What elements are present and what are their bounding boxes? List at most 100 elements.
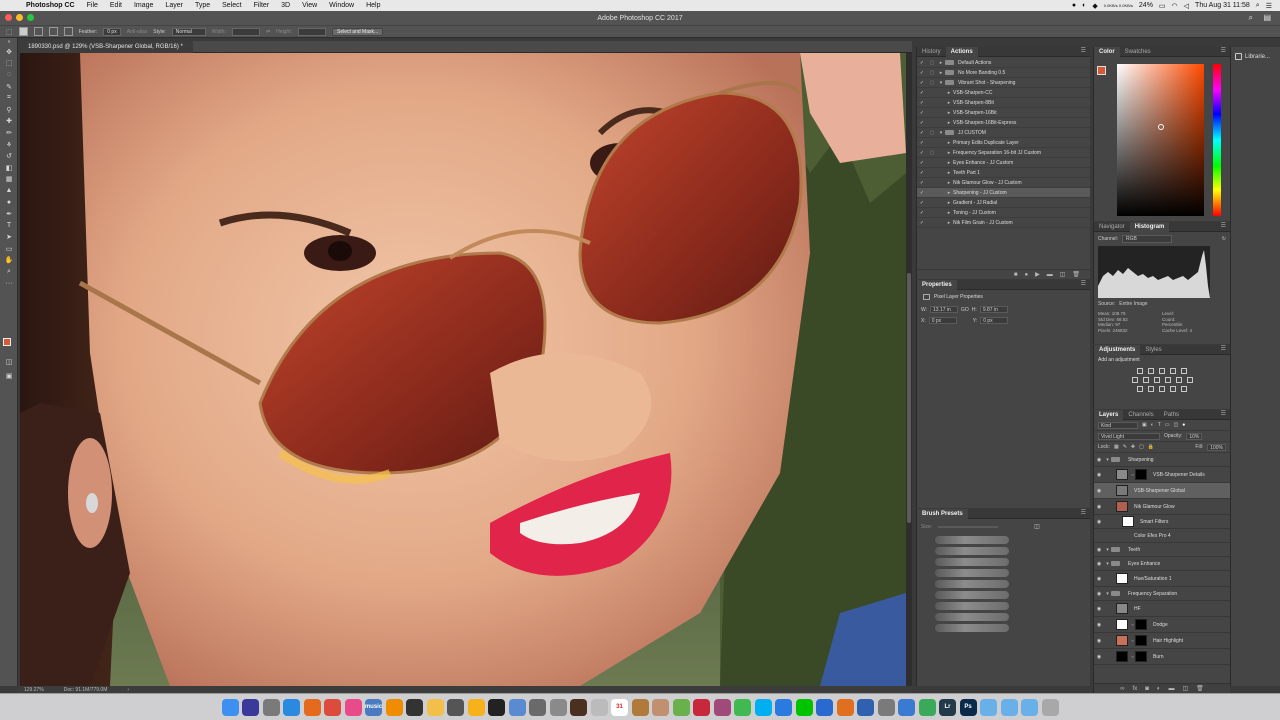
expand-triangle-icon[interactable]: ▸ [945,90,953,96]
zoom-level[interactable]: 129.27% [24,687,44,693]
action-row[interactable]: ✓ ▢ ▸ Frequency Separation 16-bit JJ Custom [917,148,1090,158]
action-enabled-check-icon[interactable]: ✓ [917,200,927,206]
filter-adjustment-icon[interactable]: ◐ [1151,422,1154,428]
brush-preset-8[interactable] [935,613,1009,621]
foreground-color-swatch[interactable] [3,338,11,346]
action-enabled-check-icon[interactable]: ✓ [917,190,927,196]
tab-channels[interactable]: Channels [1123,410,1158,420]
layer-thumbnail[interactable] [1116,603,1128,614]
dock-vpn-icon[interactable] [816,698,833,716]
dock-adobe-app-icon[interactable] [570,698,587,716]
expand-triangle-icon[interactable]: ▸ [945,110,953,116]
filter-pixel-icon[interactable]: ▣ [1142,422,1147,428]
subtract-selection-icon[interactable] [48,27,58,36]
action-row[interactable]: ✓ ▸ VSB-Sharpen-CC [917,88,1090,98]
filter-type-icon[interactable]: T [1158,422,1161,428]
workspace-icon[interactable]: ▤ [1263,13,1271,22]
group-expand-icon[interactable]: ▾ [1104,547,1111,553]
dock-final-cut-icon[interactable] [406,698,423,716]
visibility-eye-icon[interactable]: ◉ [1094,488,1104,494]
action-enabled-check-icon[interactable]: ✓ [917,120,927,126]
tab-adjustments[interactable]: Adjustments [1094,344,1141,355]
dock-line-icon[interactable] [795,698,813,716]
hand-tool-icon[interactable]: ✋ [0,255,18,267]
history-brush-tool-icon[interactable]: ↺ [0,150,18,162]
action-enabled-check-icon[interactable]: ✓ [917,60,927,66]
layer-group-row[interactable]: ◉ ▾ Eyes Enhance [1094,557,1230,571]
action-enabled-check-icon[interactable]: ✓ [917,160,927,166]
record-icon[interactable]: ● [1024,272,1028,278]
layer-row[interactable]: Color Efex Pro 4 [1094,529,1230,543]
style-select[interactable]: Normal [171,27,206,36]
levels-icon[interactable] [1148,368,1154,374]
tab-styles[interactable]: Styles [1140,345,1166,355]
menu-app-name[interactable]: Photoshop CC [20,2,81,9]
action-row[interactable]: ✓ ▸ Nik Film Grain - JJ Custom [917,218,1090,228]
expand-triangle-icon[interactable]: ▸ [945,100,953,106]
exposure-icon[interactable] [1170,368,1176,374]
action-row[interactable]: ✓ ▸ VSB-Sharpen-16Bit-Express [917,118,1090,128]
black-white-icon[interactable] [1153,377,1160,383]
menu-3d[interactable]: 3D [275,2,296,9]
panel-menu-icon[interactable]: ☰ [1221,47,1226,54]
curves-icon[interactable] [1159,368,1165,374]
lock-position-icon[interactable]: ✥ [1131,444,1135,450]
anti-alias-checkbox[interactable]: Anti-alias [127,29,148,35]
layer-mask-thumbnail[interactable] [1135,635,1147,646]
dock-sketch-icon[interactable] [467,698,485,716]
image-canvas[interactable] [20,53,906,686]
search-icon[interactable]: ⌕ [1249,13,1253,23]
width-field[interactable]: 13.17 in [930,306,959,313]
menu-help[interactable]: Help [360,2,386,9]
trash-icon[interactable]: 🗑 [1072,271,1080,278]
action-row[interactable]: ✓ ▸ Gradient - JJ Radial [917,198,1090,208]
action-row[interactable]: ✓ ▸ Toning - JJ Custom [917,208,1090,218]
dock-affinity-icon[interactable] [713,698,731,716]
scrollbar-thumb[interactable] [907,273,911,523]
filter-smart-object-icon[interactable]: ◫ [1174,422,1179,428]
brush-preset-4[interactable] [935,569,1009,577]
add-selection-icon[interactable] [33,27,43,36]
color-panel-foreground-chip[interactable] [1097,66,1106,75]
close-window-button[interactable] [5,14,12,21]
dock-app-store-icon[interactable] [775,698,792,716]
color-lookup-icon[interactable] [1186,377,1193,383]
tab-layers[interactable]: Layers [1094,409,1124,420]
layer-row[interactable]: ◉ Hue/Saturation 1 [1094,571,1230,587]
dialog-toggle-icon[interactable]: ▢ [927,60,937,66]
link-layers-icon[interactable]: ∞ [1120,686,1124,692]
layer-group-row[interactable]: ◉ ▾ Teeth [1094,543,1230,557]
tab-properties[interactable]: Properties [917,279,957,290]
expand-triangle-icon[interactable]: ▸ [945,200,953,206]
fill-input[interactable]: 100% [1207,443,1226,451]
panel-menu-icon[interactable]: ☰ [1221,222,1226,229]
expand-triangle-icon[interactable]: ▸ [945,210,953,216]
dock-vectorize-icon[interactable] [836,698,854,716]
status-icon-3[interactable]: ◆ [1092,2,1097,10]
layer-row[interactable]: ◉ VSB-Sharpener Global [1094,483,1230,499]
layer-kind-filter[interactable]: Kind [1098,421,1138,429]
tab-color[interactable]: Color [1094,46,1120,57]
path-select-tool-icon[interactable]: ➤ [0,232,18,244]
dock-vlc-icon[interactable] [385,698,403,716]
action-row[interactable]: ✓ ▢ ▾ JJ CUSTOM [917,128,1090,138]
action-row[interactable]: ✓ ▢ ▸ Default Actions [917,58,1090,68]
layer-mask-thumbnail[interactable] [1135,469,1147,480]
layer-thumbnail[interactable] [1116,651,1128,662]
visibility-eye-icon[interactable]: ◉ [1094,504,1104,510]
selective-color-icon[interactable] [1181,386,1187,392]
expand-triangle-icon[interactable]: ▸ [945,140,953,146]
tab-paths[interactable]: Paths [1159,410,1184,420]
y-field[interactable]: 0 px [980,317,1009,324]
action-row[interactable]: ✓ ▸ Primary Edits Duplicate Layer [917,138,1090,148]
dock-maps-icon[interactable] [672,698,690,716]
dock-folder-2-icon[interactable] [1000,698,1018,716]
action-row[interactable]: ✓ ▸ Eyes Enhance - JJ Custom [917,158,1090,168]
action-row[interactable]: ✓ ▢ ▾ Vibrant Shot - Sharpening [917,78,1090,88]
dock-finder-icon[interactable] [221,698,239,716]
new-set-icon[interactable]: ▬ [1047,272,1053,278]
expand-triangle-icon[interactable]: ▾ [937,130,945,136]
menu-file[interactable]: File [81,2,104,9]
lock-all-icon[interactable]: 🔒 [1148,444,1154,450]
action-enabled-check-icon[interactable]: ✓ [917,180,927,186]
